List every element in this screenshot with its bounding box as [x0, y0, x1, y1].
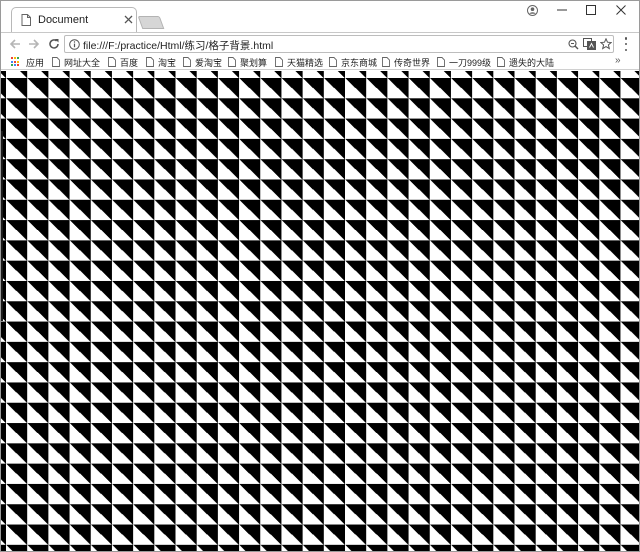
bookmark-label: 爱淘宝 [195, 57, 223, 68]
bookmark-item[interactable]: 一刀999级 [437, 55, 491, 69]
bookmark-label: 网址大全 [64, 57, 101, 68]
bookmark-label: 天猫精选 [287, 57, 324, 68]
star-icon[interactable] [600, 38, 612, 50]
triangle-grid-background [1, 71, 639, 551]
address-bar-url[interactable]: file:///F:/practice/Html/练习/格子背景.html [83, 38, 273, 53]
bookmark-label: 百度 [120, 57, 139, 68]
bookmark-label: 聚划算 [240, 57, 268, 68]
maximize-icon [586, 5, 596, 15]
apps-grid-dot [17, 57, 19, 59]
page-icon [275, 57, 283, 67]
reload-icon [49, 39, 59, 49]
arrow-right-icon [29, 39, 40, 49]
bookmark-item[interactable]: 天猫精选 [275, 55, 323, 69]
apps-grid-dot [14, 60, 16, 63]
close-icon [616, 5, 626, 15]
maximize-button[interactable] [576, 1, 606, 19]
apps-grid-icon [11, 57, 21, 67]
page-icon [437, 57, 445, 67]
bookmark-item[interactable]: 传奇世界 [382, 55, 430, 69]
close-window-button[interactable] [606, 1, 636, 19]
apps-grid-dot [11, 64, 13, 67]
bookmark-label: 京东商城 [341, 57, 378, 68]
bookmarks-bar: 应用 网址大全 百度 淘宝 爱淘宝 聚划算 天猫精选 京东商城 传奇世界 一刀9… [1, 54, 639, 70]
bookmark-item[interactable]: 聚划算 [228, 55, 267, 69]
forward-button[interactable] [26, 36, 42, 52]
bookmark-item[interactable]: 淘宝 [146, 55, 176, 69]
apps-grid-dot [14, 64, 16, 67]
bookmark-item[interactable]: 百度 [108, 55, 138, 69]
bookmark-label: 遗失的大陆 [509, 57, 555, 68]
translate-icon[interactable] [583, 38, 596, 50]
bookmarks-overflow-button[interactable]: » [615, 55, 621, 66]
bookmark-label: 应用 [26, 57, 45, 68]
browser-toolbar: file:///F:/practice/Html/练习/格子背景.html [1, 32, 639, 54]
tab-document[interactable]: Document [11, 7, 137, 32]
arrow-left-icon [9, 39, 20, 49]
bookmark-apps[interactable]: 应用 [11, 55, 44, 69]
page-icon [21, 14, 31, 26]
tab-title: Document [38, 14, 89, 26]
back-button[interactable] [7, 36, 23, 52]
bookmark-item[interactable]: 爱淘宝 [183, 55, 222, 69]
bookmark-label: 淘宝 [158, 57, 177, 68]
page-icon [146, 57, 154, 67]
profile-icon [526, 4, 538, 16]
bookmark-label: 传奇世界 [394, 57, 431, 68]
close-icon[interactable] [123, 14, 134, 25]
zoom-icon[interactable] [568, 39, 579, 50]
reload-button[interactable] [46, 36, 62, 52]
more-vertical-icon[interactable] [621, 37, 631, 51]
apps-grid-dot [17, 64, 19, 67]
page-icon [382, 57, 390, 67]
bookmark-item[interactable]: 网址大全 [52, 55, 100, 69]
info-icon[interactable] [69, 39, 80, 50]
page-icon [183, 57, 191, 67]
apps-grid-dot [14, 57, 16, 59]
bookmark-item[interactable]: 京东商城 [329, 55, 377, 69]
apps-grid-dot [11, 60, 13, 63]
page-icon [228, 57, 236, 67]
tab-strip: Document [1, 1, 639, 32]
address-bar[interactable]: file:///F:/practice/Html/练习/格子背景.html [64, 35, 614, 53]
page-icon [497, 57, 505, 67]
bookmark-label: 一刀999级 [449, 57, 492, 68]
profile-button[interactable] [517, 1, 547, 19]
page-icon [329, 57, 337, 67]
apps-grid-dot [17, 60, 19, 63]
minimize-icon [557, 9, 567, 11]
bookmark-item[interactable]: 遗失的大陆 [497, 55, 554, 69]
browser-window: Document file:///F:/practice/Html/练习/格子背… [0, 0, 640, 552]
page-icon [108, 57, 116, 67]
apps-grid-dot [11, 57, 13, 59]
new-tab-button[interactable] [137, 16, 165, 29]
minimize-button[interactable] [547, 1, 577, 19]
page-icon [52, 57, 60, 67]
left-edge-strip [1, 131, 3, 321]
